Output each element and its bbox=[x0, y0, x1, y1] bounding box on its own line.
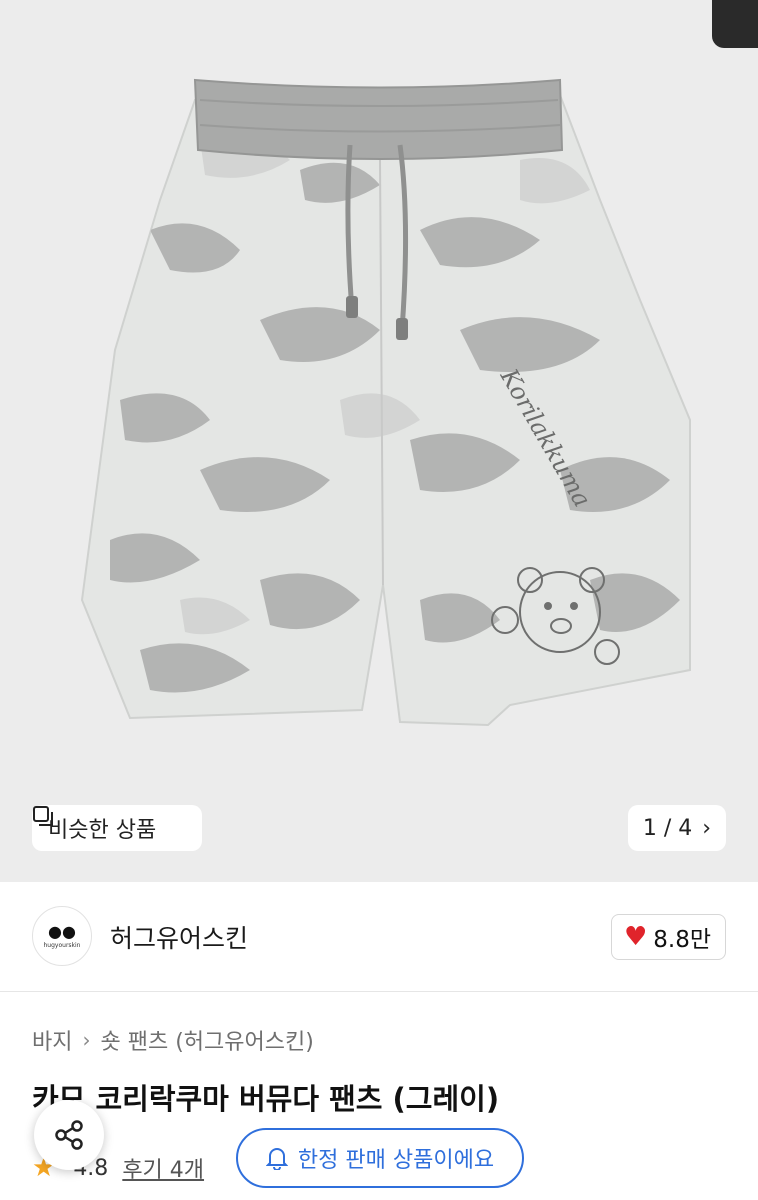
like-button[interactable]: ♥ 8.8만 bbox=[610, 914, 726, 960]
print-text: Korilakkuma bbox=[494, 363, 596, 512]
brand-logo-mark: ●● bbox=[48, 921, 76, 941]
bell-icon bbox=[265, 1148, 288, 1170]
product-title: 카모 코리락쿠마 버뮤다 팬츠 (그레이) bbox=[32, 1082, 500, 1116]
chevron-right-icon: › bbox=[702, 815, 712, 841]
similar-items-button[interactable]: 비슷한 상품 bbox=[32, 805, 202, 851]
breadcrumb-item-subcategory[interactable]: 숏 팬츠 (허그유어스킨) bbox=[100, 1024, 313, 1056]
share-button[interactable] bbox=[34, 1100, 104, 1170]
corner-tab bbox=[712, 0, 758, 48]
brand-logo-text: hugyourskin bbox=[43, 941, 81, 949]
image-pager[interactable]: 1 / 4 › bbox=[628, 805, 726, 851]
limited-sale-button[interactable]: 한정 판매 상품이에요 bbox=[236, 1128, 524, 1188]
like-count: 8.8만 bbox=[653, 927, 711, 953]
chevron-right-icon: › bbox=[82, 1028, 91, 1052]
svg-text:Korilakkuma: Korilakkuma bbox=[494, 363, 596, 512]
breadcrumb-item-category[interactable]: 바지 bbox=[32, 1024, 72, 1056]
pager-text: 1 / 4 bbox=[642, 815, 693, 841]
share-icon bbox=[55, 1120, 83, 1150]
limited-sale-label: 한정 판매 상품이에요 bbox=[297, 1148, 495, 1173]
breadcrumb: 바지 › 숏 팬츠 (허그유어스킨) bbox=[32, 1024, 314, 1056]
heart-icon: ♥ bbox=[623, 922, 648, 952]
similar-items-label: 비슷한 상품 bbox=[48, 818, 157, 843]
brand-row[interactable]: ●● hugyourskin 허그유어스킨 ♥ 8.8만 bbox=[0, 882, 758, 992]
reviews-link[interactable]: 후기 4개 bbox=[122, 1152, 204, 1184]
product-image-gallery[interactable]: Korilakkuma 비슷한 상품 1 / 4 › bbox=[0, 0, 758, 882]
similar-items-icon bbox=[33, 806, 53, 826]
brand-name[interactable]: 허그유어스킨 bbox=[110, 919, 248, 955]
brand-logo[interactable]: ●● hugyourskin bbox=[32, 906, 92, 966]
